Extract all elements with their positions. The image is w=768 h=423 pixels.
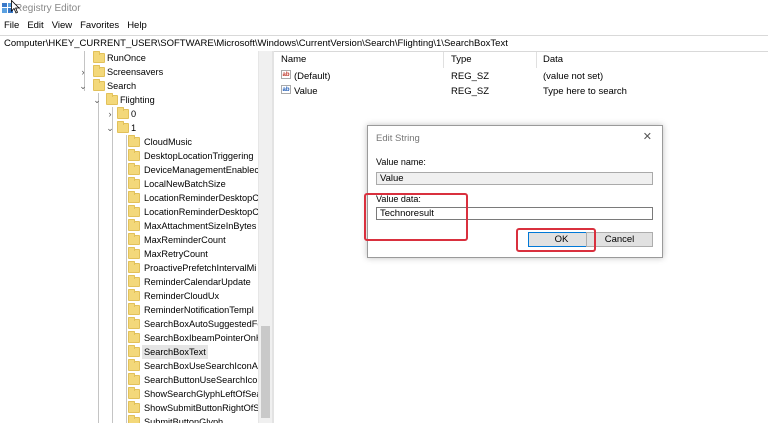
folder-icon	[128, 359, 140, 371]
column-header-type[interactable]: Type	[451, 54, 472, 65]
value-row-value[interactable]: ab Value REG_SZ Type here to search	[275, 85, 768, 99]
folder-icon	[128, 205, 140, 217]
column-header-data[interactable]: Data	[543, 54, 563, 65]
menu-favorites[interactable]: Favorites	[76, 20, 123, 31]
folder-icon	[93, 65, 105, 77]
value-name-label: Value name:	[376, 157, 426, 167]
folder-icon	[128, 373, 140, 385]
address-path[interactable]: Computer\HKEY_CURRENT_USER\SOFTWARE\Micr…	[4, 38, 508, 49]
folder-icon	[128, 345, 140, 357]
folder-icon	[117, 107, 129, 119]
string-value-icon: ab	[281, 70, 291, 79]
folder-icon	[128, 401, 140, 413]
folder-icon	[128, 135, 140, 147]
folder-icon	[128, 275, 140, 287]
folder-icon	[128, 303, 140, 315]
folder-icon	[128, 233, 140, 245]
value-name-field: Value	[376, 172, 653, 185]
scrollbar-thumb[interactable]	[261, 326, 270, 418]
folder-icon	[128, 219, 140, 231]
menu-bar: File Edit View Favorites Help	[0, 17, 768, 33]
folder-icon	[128, 247, 140, 259]
folder-icon	[128, 387, 140, 399]
folder-icon	[128, 415, 140, 423]
key-tree: RunOnce › Screensavers ⌄ Search ⌄ Flight…	[0, 51, 258, 423]
folder-icon	[93, 51, 105, 63]
folder-icon	[128, 149, 140, 161]
tree-guide-line	[98, 93, 99, 423]
column-header-name[interactable]: Name	[281, 54, 306, 65]
folder-icon	[128, 261, 140, 273]
title-bar: Registry Editor	[0, 0, 768, 17]
string-value-icon: ab	[281, 85, 291, 94]
folder-icon	[128, 289, 140, 301]
menu-view[interactable]: View	[48, 20, 76, 31]
cancel-button[interactable]: Cancel	[586, 232, 653, 247]
folder-icon	[128, 191, 140, 203]
menu-edit[interactable]: Edit	[23, 20, 47, 31]
tree-guide-line	[112, 107, 113, 423]
pane-splitter[interactable]	[272, 51, 274, 423]
folder-icon	[128, 317, 140, 329]
tree-guide-line	[126, 135, 127, 423]
folder-icon	[117, 121, 129, 133]
chevron-down-icon[interactable]: ⌄	[79, 79, 87, 93]
folder-icon	[128, 177, 140, 189]
column-separator[interactable]	[536, 52, 537, 68]
column-separator[interactable]	[443, 52, 444, 68]
menu-file[interactable]: File	[0, 20, 23, 31]
folder-icon	[128, 331, 140, 343]
value-row-default[interactable]: ab (Default) REG_SZ (value not set)	[275, 70, 768, 84]
folder-icon	[128, 163, 140, 175]
menu-help[interactable]: Help	[123, 20, 151, 31]
dialog-title: Edit String	[376, 133, 420, 144]
mouse-cursor-icon	[11, 0, 20, 14]
chevron-down-icon[interactable]: ⌄	[106, 121, 114, 135]
tree-scrollbar[interactable]	[258, 51, 272, 423]
chevron-right-icon[interactable]: ›	[79, 65, 87, 79]
folder-icon	[106, 93, 118, 105]
annotation-highlight-ok	[516, 228, 596, 252]
close-icon[interactable]: ✕	[643, 130, 652, 143]
chevron-down-icon[interactable]: ⌄	[93, 93, 101, 107]
address-bar[interactable]: Computer\HKEY_CURRENT_USER\SOFTWARE\Micr…	[0, 35, 768, 52]
annotation-highlight-value-data	[364, 193, 468, 241]
window-title: Registry Editor	[15, 3, 81, 14]
folder-icon	[93, 79, 105, 91]
chevron-right-icon[interactable]: ›	[106, 107, 114, 121]
